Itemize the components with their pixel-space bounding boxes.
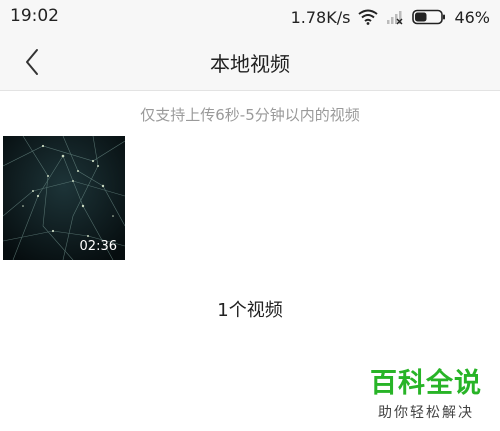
video-thumbnail[interactable]: 02:36	[3, 136, 125, 260]
status-time: 19:02	[10, 6, 59, 26]
wifi-icon	[358, 9, 379, 25]
battery-percent: 46%	[454, 7, 490, 27]
video-count: 1个视频	[217, 300, 283, 321]
video-duration: 02:36	[79, 239, 117, 254]
status-icons: 1.78K/s 46%	[291, 6, 490, 28]
page-title: 本地视频	[210, 52, 290, 76]
watermark-subtitle: 助你轻松解决	[378, 405, 474, 421]
network-speed: 1.78K/s	[290, 7, 351, 27]
watermark-logo: 百科全说 助你轻松解决	[366, 368, 486, 422]
status-bar: 19:02 1.78K/s 46%	[0, 0, 500, 34]
battery-icon	[412, 9, 446, 25]
signal-icon	[386, 9, 404, 25]
watermark-title: 百科全说	[370, 368, 482, 399]
upload-hint: 仅支持上传6秒-5分钟以内的视频	[140, 106, 360, 124]
header-bar: 本地视频	[0, 34, 500, 91]
